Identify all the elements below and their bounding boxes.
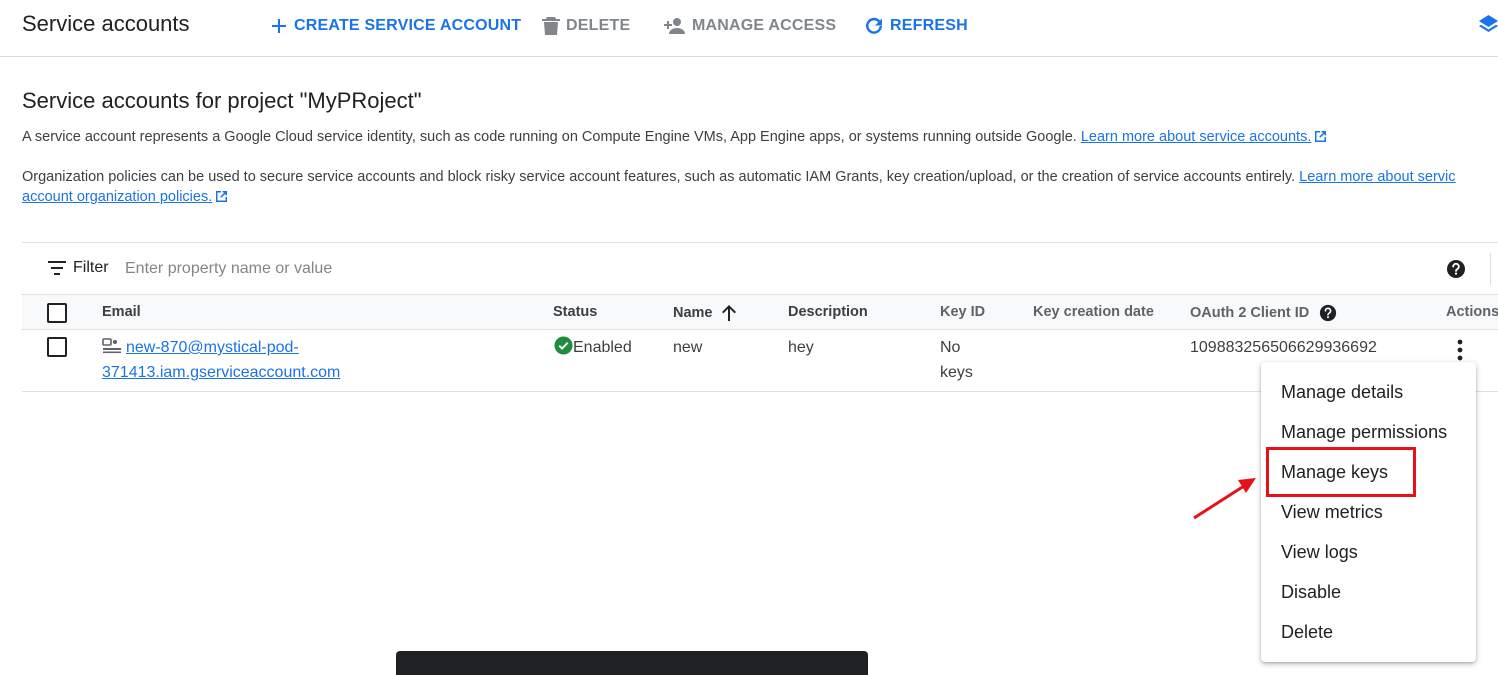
status-label: Enabled	[573, 339, 632, 356]
filter-bar: Filter	[22, 242, 1498, 294]
name-cell: new	[673, 339, 703, 356]
filter-input[interactable]	[125, 257, 625, 281]
more-vert-icon[interactable]	[1452, 338, 1468, 362]
open-in-new-icon	[216, 191, 228, 202]
service-account-email-link-continued[interactable]: 371413.iam.gserviceaccount.com	[102, 364, 340, 381]
org-policy-description-text: Organization policies can be used to sec…	[22, 169, 1296, 185]
check-circle-icon	[554, 336, 573, 355]
row-checkbox[interactable]	[47, 337, 67, 357]
learn-more-org-policies-link[interactable]: Learn more about servic	[1299, 169, 1455, 185]
menu-item-delete[interactable]: Delete	[1281, 622, 1333, 643]
column-header-email[interactable]: Email	[102, 304, 141, 320]
arrow-up-icon	[721, 305, 736, 321]
column-header-description[interactable]: Description	[788, 304, 868, 320]
menu-item-manage-permissions[interactable]: Manage permissions	[1281, 422, 1447, 443]
service-account-description: A service account represents a Google Cl…	[22, 127, 1327, 147]
snackbar	[396, 651, 868, 675]
filter-divider	[1490, 253, 1491, 285]
actions-menu: Manage details Manage permissions Manage…	[1261, 362, 1476, 662]
plus-icon	[272, 19, 286, 33]
learn-panel-button[interactable]	[1479, 14, 1498, 41]
toolbar: Service accounts CREATE SERVICE ACCOUNT …	[0, 0, 1498, 57]
page-title: Service accounts	[22, 11, 190, 36]
add-person-icon	[664, 18, 685, 34]
email-cell: new-870@mystical-pod- 371413.iam.gservic…	[102, 335, 340, 385]
help-icon[interactable]	[1446, 259, 1466, 279]
status-cell: Enabled	[554, 335, 632, 360]
open-in-new-icon	[1315, 131, 1327, 142]
delete-label: DELETE	[566, 17, 631, 34]
service-account-description-text: A service account represents a Google Cl…	[22, 129, 1077, 145]
menu-item-view-metrics[interactable]: View metrics	[1281, 502, 1383, 523]
org-policy-description: Organization policies can be used to sec…	[22, 167, 1456, 187]
select-all-checkbox[interactable]	[47, 303, 67, 323]
column-header-key-creation-date: Key creation date	[1033, 304, 1154, 320]
annotation-highlight-box	[1266, 447, 1416, 497]
stacked-layers-icon	[1479, 15, 1498, 32]
section-title: Service accounts for project "MyPRoject"	[22, 88, 422, 113]
learn-more-service-accounts-link[interactable]: Learn more about service accounts.	[1081, 129, 1312, 145]
service-account-email-link[interactable]: new-870@mystical-pod-	[126, 339, 299, 356]
org-policy-description-continued: account organization policies.	[22, 187, 228, 207]
column-header-oauth-client-id: OAuth 2 Client ID	[1190, 304, 1337, 322]
refresh-label: REFRESH	[890, 17, 968, 34]
manage-access-button[interactable]: MANAGE ACCESS	[664, 15, 836, 37]
column-header-actions: Actions	[1446, 304, 1498, 320]
refresh-icon	[866, 17, 882, 34]
key-id-cell: No keys	[940, 339, 973, 381]
description-cell: hey	[788, 339, 814, 356]
refresh-button[interactable]: REFRESH	[864, 15, 968, 37]
annotation-arrow-icon	[1193, 478, 1256, 520]
filter-label: Filter	[73, 259, 109, 276]
help-icon[interactable]	[1319, 304, 1337, 322]
oauth-client-id-cell: 109883256506629936692	[1190, 339, 1377, 356]
table-header: Email Status Name Description Key ID Key…	[22, 294, 1498, 330]
manage-access-label: MANAGE ACCESS	[692, 17, 837, 34]
filter-icon	[48, 261, 66, 275]
menu-item-manage-details[interactable]: Manage details	[1281, 382, 1403, 403]
column-header-name[interactable]: Name	[673, 304, 737, 322]
create-service-account-label: CREATE SERVICE ACCOUNT	[294, 17, 522, 34]
learn-more-org-policies-link-continued[interactable]: account organization policies.	[22, 189, 212, 205]
create-service-account-button[interactable]: CREATE SERVICE ACCOUNT	[270, 15, 521, 37]
column-header-key-id: Key ID	[940, 304, 986, 320]
trash-icon	[542, 17, 560, 35]
delete-button[interactable]: DELETE	[542, 15, 630, 37]
service-account-key-icon	[102, 338, 121, 354]
menu-item-view-logs[interactable]: View logs	[1281, 542, 1358, 563]
column-header-status[interactable]: Status	[553, 304, 597, 320]
menu-item-disable[interactable]: Disable	[1281, 582, 1341, 603]
